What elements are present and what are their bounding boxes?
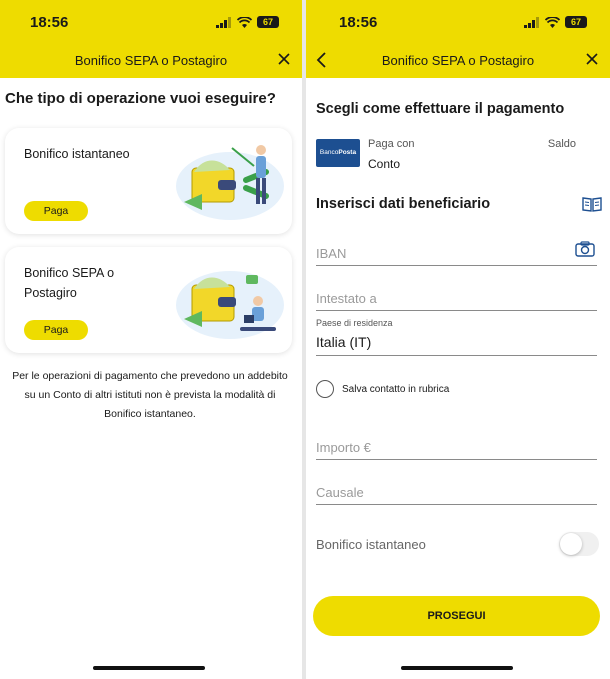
iban-field[interactable] <box>316 234 597 266</box>
card-bonifico-sepa[interactable]: Bonifico SEPA o Postagiro Paga <box>5 247 292 353</box>
home-indicator[interactable] <box>93 666 205 670</box>
status-icons: 67 <box>524 16 587 28</box>
wallet-person-illustration <box>176 271 284 339</box>
card-bonifico-istantaneo[interactable]: Bonifico istantaneo Paga <box>5 128 292 234</box>
logo-text-bold: Posta <box>338 149 357 156</box>
wallet-scissors-illustration <box>176 145 284 220</box>
instant-transfer-toggle[interactable] <box>559 532 599 556</box>
payment-method-heading: Scegli come effettuare il pagamento <box>316 101 565 117</box>
camera-icon[interactable] <box>575 241 595 257</box>
save-contact-radio[interactable] <box>316 380 334 398</box>
nav-title: Bonifico SEPA o Postagiro <box>381 53 535 68</box>
iban-input[interactable] <box>316 246 566 261</box>
wifi-icon <box>237 16 252 28</box>
reason-input[interactable] <box>316 485 566 500</box>
toggle-knob <box>560 533 582 555</box>
beneficiary-heading: Inserisci dati beneficiario <box>316 196 491 212</box>
save-contact-option[interactable]: Salva contatto in rubrica <box>316 380 449 398</box>
card-title: Bonifico SEPA o Postagiro <box>24 266 115 300</box>
instant-transfer-row: Bonifico istantaneo <box>316 532 599 558</box>
close-icon[interactable] <box>276 51 292 67</box>
status-icons: 67 <box>216 16 279 28</box>
screen-transfer-form: 18:56 67 Bonifico SEPA o Postagiro Scegl… <box>306 0 610 679</box>
account-selector[interactable]: Conto <box>368 157 400 171</box>
battery-icon: 67 <box>257 16 279 28</box>
info-note: Per le operazioni di pagamento che preve… <box>12 370 288 420</box>
card-title: Bonifico istantaneo <box>24 147 130 161</box>
amount-input[interactable] <box>316 440 566 455</box>
logo-text: Banco <box>319 149 339 156</box>
wifi-icon <box>545 16 560 28</box>
header-bar: 18:56 67 Bonifico SEPA o Postagiro <box>0 0 302 78</box>
pay-with-label: Paga con <box>368 138 415 150</box>
signal-icon <box>524 16 539 28</box>
status-time: 18:56 <box>339 14 378 31</box>
home-indicator[interactable] <box>401 666 513 670</box>
continue-button[interactable]: PROSEGUI <box>313 596 600 636</box>
holder-input[interactable] <box>316 291 566 306</box>
screen-operation-choice: 18:56 67 Bonifico SEPA o Postagiro Che t… <box>0 0 302 679</box>
bancoposta-logo: BancoPosta <box>316 139 360 167</box>
country-label: Paese di residenza <box>316 318 393 328</box>
pay-button[interactable]: Paga <box>24 320 88 340</box>
address-book-icon[interactable] <box>582 196 602 212</box>
instant-transfer-label: Bonifico istantaneo <box>316 537 426 552</box>
balance-label[interactable]: Saldo <box>548 138 576 150</box>
save-contact-label: Salva contatto in rubrica <box>342 383 450 395</box>
page-question: Che tipo di operazione vuoi eseguire? <box>5 90 276 107</box>
battery-icon: 67 <box>565 16 587 28</box>
country-field[interactable]: Paese di residenza Italia (IT) <box>316 316 597 356</box>
close-icon[interactable] <box>584 51 600 67</box>
pay-button[interactable]: Paga <box>24 201 88 221</box>
status-time: 18:56 <box>30 14 69 31</box>
country-value[interactable]: Italia (IT) <box>316 334 371 350</box>
signal-icon <box>216 16 231 28</box>
nav-title: Bonifico SEPA o Postagiro <box>74 53 228 68</box>
header-bar: 18:56 67 Bonifico SEPA o Postagiro <box>306 0 610 78</box>
holder-field[interactable] <box>316 279 597 311</box>
amount-field[interactable] <box>316 428 597 460</box>
reason-field[interactable] <box>316 473 597 505</box>
